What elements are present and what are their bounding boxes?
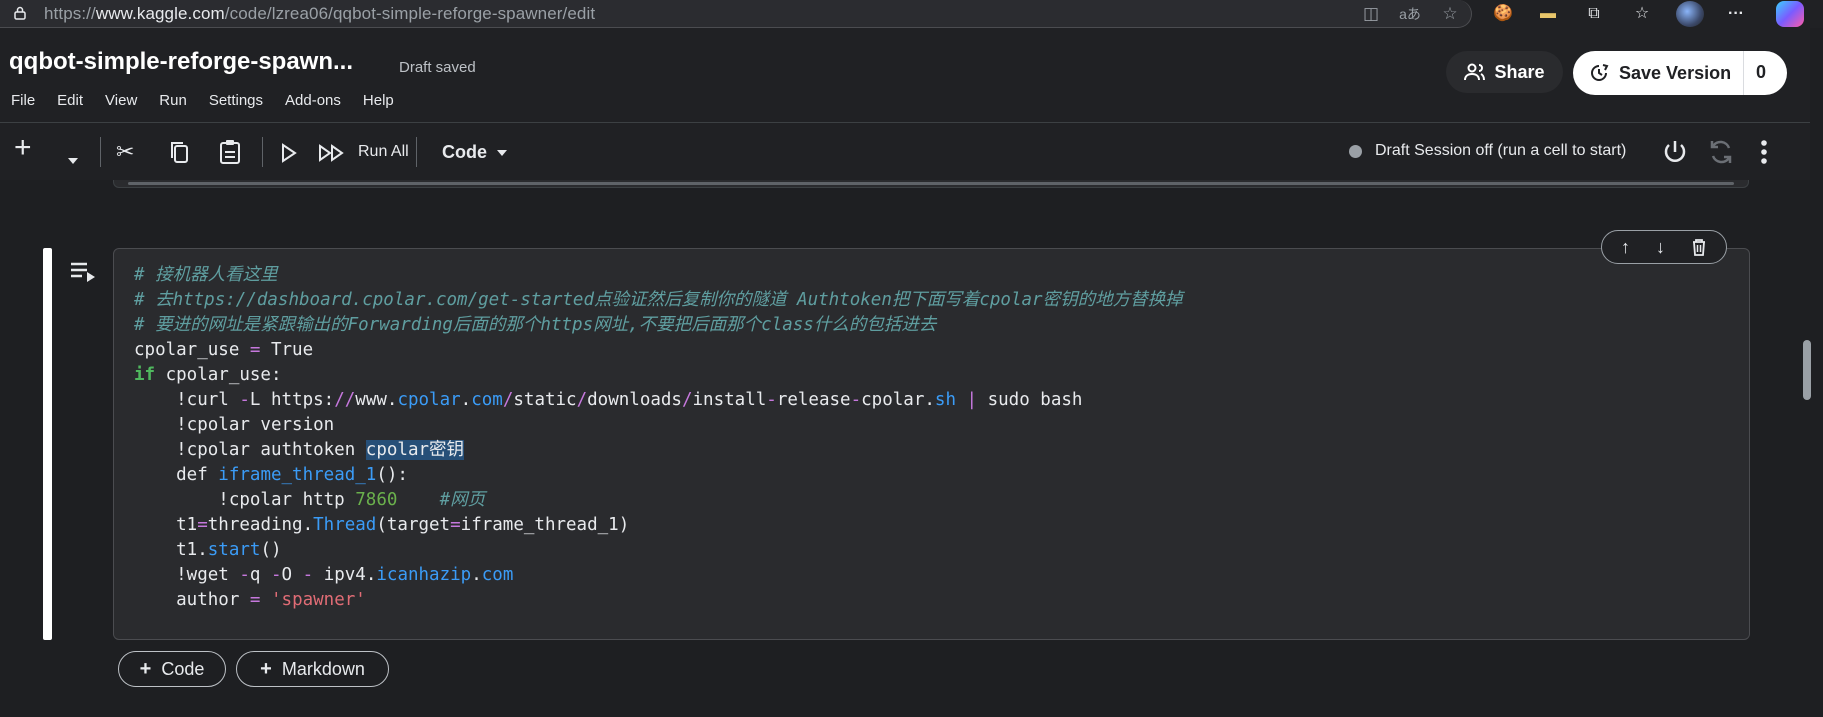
move-up-icon[interactable]: ↑ xyxy=(1621,237,1630,258)
notebook-title[interactable]: qqbot-simple-reforge-spawn... xyxy=(9,48,353,76)
code-line: t1.start() xyxy=(134,540,282,560)
code-line: # 要进的网址是紧跟输出的Forwarding后面的那个https网址,不要把后… xyxy=(134,315,937,335)
delete-icon[interactable] xyxy=(1691,238,1707,256)
add-code-cell-button[interactable]: + Code xyxy=(118,651,226,687)
code-line: # 接机器人看这里 xyxy=(134,265,278,285)
profile-avatar[interactable] xyxy=(1676,1,1704,27)
code-line: def iframe_thread_1(): xyxy=(134,465,408,485)
read-aloud-icon[interactable]: aあ xyxy=(1399,3,1421,25)
plus-icon: + xyxy=(260,657,272,680)
menu-run[interactable]: Run xyxy=(159,92,187,109)
menu-addons[interactable]: Add-ons xyxy=(285,92,341,109)
run-all-icon[interactable] xyxy=(318,144,346,162)
save-version-label: Save Version xyxy=(1619,62,1732,83)
notebook-header: qqbot-simple-reforge-spawn... Draft save… xyxy=(0,28,1810,122)
copilot-icon[interactable] xyxy=(1776,1,1804,27)
cut-icon[interactable]: ✂ xyxy=(116,140,134,164)
active-cell-indicator xyxy=(43,248,52,640)
code-line: author = 'spawner' xyxy=(134,590,366,610)
cell-actions: ↑ ↓ xyxy=(1601,230,1727,264)
scrollbar[interactable] xyxy=(1803,340,1811,400)
toolbar-divider xyxy=(262,137,263,167)
code-line: !wget -q -O - ipv4.icanhazip.com xyxy=(134,565,514,585)
run-all-button[interactable]: Run All xyxy=(358,143,409,161)
more-vertical-icon[interactable] xyxy=(1757,138,1771,166)
paste-icon[interactable] xyxy=(218,139,242,165)
save-version-button[interactable]: Save Version 0 xyxy=(1573,51,1787,95)
copy-icon[interactable] xyxy=(168,140,192,166)
people-icon xyxy=(1464,63,1486,81)
address-bar[interactable]: https://www.kaggle.com/code/lzrea06/qqbo… xyxy=(0,0,1472,28)
browser-toolbar: https://www.kaggle.com/code/lzrea06/qqbo… xyxy=(0,0,1823,28)
code-line: !cpolar http 7860 #网页 xyxy=(134,490,486,510)
code-line: if cpolar_use: xyxy=(134,365,282,385)
version-count[interactable]: 0 xyxy=(1756,62,1766,83)
favorite-star-icon[interactable]: ☆ xyxy=(1439,3,1461,25)
share-label: Share xyxy=(1494,61,1545,82)
menu-file[interactable]: File xyxy=(11,92,35,109)
run-cell-icon[interactable] xyxy=(280,143,298,163)
code-line: t1=threading.Thread(target=iframe_thread… xyxy=(134,515,630,535)
plus-icon: + xyxy=(139,657,152,680)
save-divider xyxy=(1743,51,1744,95)
code-content[interactable]: # 接机器人看这里 # 去https://dashboard.cpolar.co… xyxy=(134,263,1183,613)
terminal-extension-icon[interactable]: ▬ xyxy=(1537,3,1559,25)
more-options-icon[interactable]: ··· xyxy=(1725,3,1747,25)
lock-icon[interactable] xyxy=(14,6,26,20)
menu-view[interactable]: View xyxy=(105,92,137,109)
save-version-icon xyxy=(1591,64,1609,81)
notebook-body[interactable]: # 接机器人看这里 # 去https://dashboard.cpolar.co… xyxy=(0,180,1811,717)
toolbar-divider xyxy=(416,137,417,167)
favorites-icon[interactable]: ☆ xyxy=(1631,3,1653,25)
session-status-dot xyxy=(1349,145,1362,158)
notebook-toolbar: + ✂ Run All Code Draft Session off (run … xyxy=(0,122,1810,180)
add-cell-dropdown[interactable] xyxy=(68,148,78,172)
code-line: !cpolar version xyxy=(134,415,335,435)
url-prefix: https:// xyxy=(44,4,96,23)
url-path: /code/lzrea06/qqbot-simple-reforge-spawn… xyxy=(224,4,596,23)
menu-help[interactable]: Help xyxy=(363,92,394,109)
add-markdown-cell-button[interactable]: + Markdown xyxy=(236,651,389,687)
url-text[interactable]: https://www.kaggle.com/code/lzrea06/qqbo… xyxy=(44,4,595,24)
toolbar-divider xyxy=(100,137,101,167)
code-line: !cpolar authtoken cpolar密钥 xyxy=(134,440,465,460)
code-line: !curl -L https://www.cpolar.com/static/d… xyxy=(134,390,1083,410)
cell-type-label: Code xyxy=(442,142,487,162)
run-cell-icon[interactable] xyxy=(70,260,96,284)
share-button[interactable]: Share xyxy=(1446,51,1563,93)
menu-settings[interactable]: Settings xyxy=(209,92,263,109)
code-editor[interactable]: # 接机器人看这里 # 去https://dashboard.cpolar.co… xyxy=(113,248,1750,640)
session-status[interactable]: Draft Session off (run a cell to start) xyxy=(1375,142,1626,160)
code-line: cpolar_use = True xyxy=(134,340,314,360)
url-host: www.kaggle.com xyxy=(95,4,225,23)
add-markdown-label: Markdown xyxy=(281,658,365,679)
code-line: # 去https://dashboard.cpolar.com/get-star… xyxy=(134,290,1183,310)
split-screen-icon[interactable]: ◫ xyxy=(1360,3,1382,25)
cell-type-select[interactable]: Code xyxy=(442,142,507,163)
menu-bar: File Edit View Run Settings Add-ons Help xyxy=(0,92,405,109)
chevron-down-icon xyxy=(497,150,507,157)
previous-cell[interactable] xyxy=(113,180,1749,188)
chevron-down-icon xyxy=(68,158,78,165)
restart-icon[interactable] xyxy=(1707,138,1735,166)
extensions-icon[interactable]: ⧉ xyxy=(1583,3,1605,25)
menu-edit[interactable]: Edit xyxy=(57,92,83,109)
draft-status: Draft saved xyxy=(399,59,476,76)
power-icon[interactable] xyxy=(1661,138,1689,166)
add-code-label: Code xyxy=(161,658,205,679)
add-cell-icon[interactable]: + xyxy=(14,133,32,163)
move-down-icon[interactable]: ↓ xyxy=(1656,237,1665,258)
cookie-extension-icon[interactable]: 🍪 xyxy=(1492,3,1514,25)
